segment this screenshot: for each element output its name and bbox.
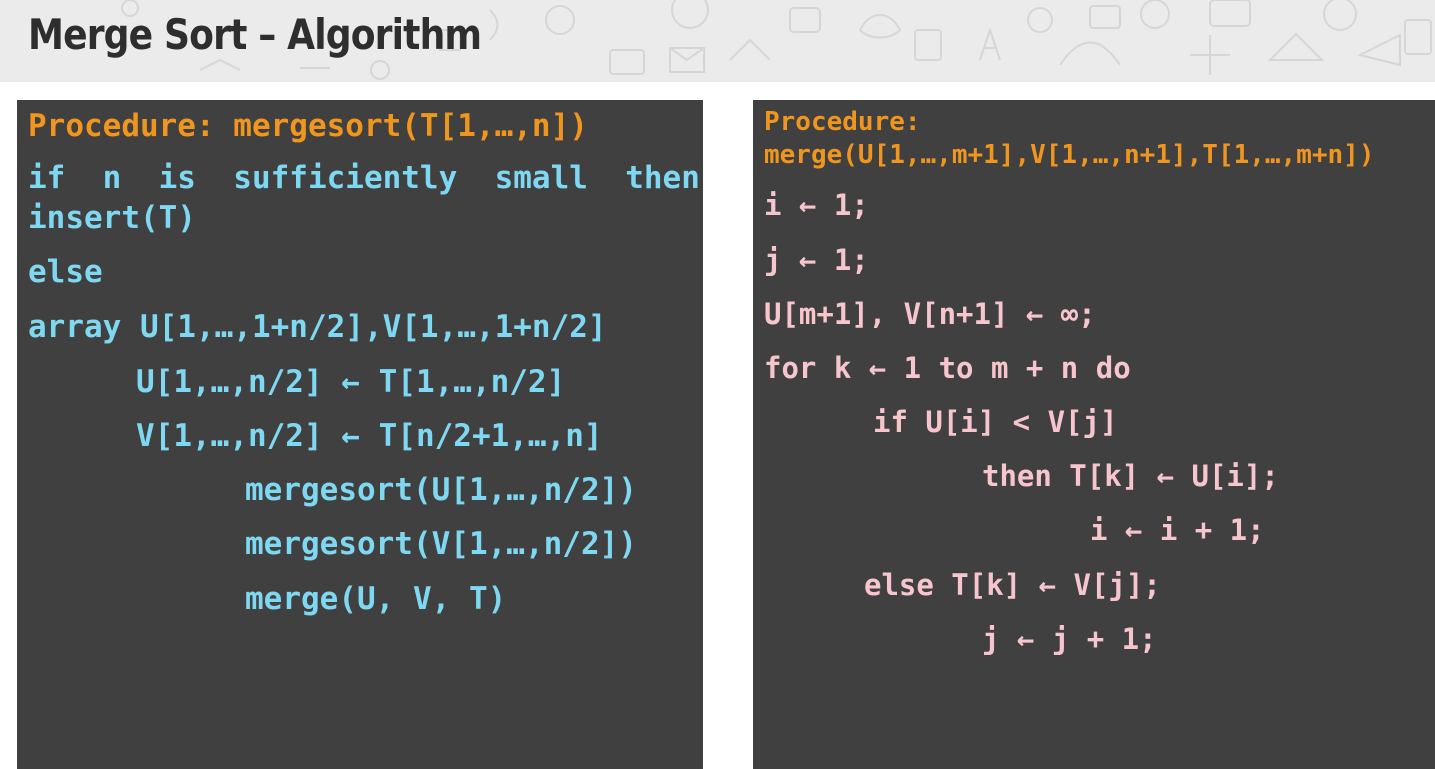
code-line-increment-j: j ← j + 1; [982,622,1157,656]
merge-procedure-label: Procedure: [764,107,921,137]
code-line-insert: insert(T) [28,200,196,236]
slide-title: Merge Sort – Algorithm [28,10,482,59]
code-line-increment-i: i ← i + 1; [1090,513,1265,547]
code-line-else-assign: else T[k] ← V[j]; [864,568,1161,602]
slide-header: Merge Sort – Algorithm [0,0,1435,82]
mergesort-procedure-header: Procedure: mergesort(T[1,…,n]) [28,108,588,144]
code-line-merge-call: merge(U, V, T) [245,581,507,617]
code-line-then-assign: then T[k] ← U[i]; [982,459,1279,493]
code-line-else: else [28,254,103,290]
code-line-mergesort-u: mergesort(U[1,…,n/2]) [245,472,637,508]
code-line-mergesort-v: mergesort(V[1,…,n/2]) [245,526,637,562]
code-line-array: array U[1,…,1+n/2],V[1,…,1+n/2] [28,309,607,345]
code-line-for-loop: for k ← 1 to m + n do [764,351,1131,385]
code-line-init-i: i ← 1; [764,188,869,222]
code-line-if: if n is sufficiently small then [28,160,700,196]
mergesort-code-panel: Procedure: mergesort(T[1,…,n]) if n is s… [17,100,703,769]
code-line-sentinels: U[m+1], V[n+1] ← ∞; [764,297,1096,331]
code-line-assign-u: U[1,…,n/2] ← T[1,…,n/2] [136,364,566,400]
code-line-init-j: j ← 1; [764,243,869,277]
code-line-if-compare: if U[i] < V[j] [873,405,1118,439]
merge-code-panel: Procedure: merge(U[1,…,m+1],V[1,…,n+1],T… [753,100,1435,769]
code-line-assign-v: V[1,…,n/2] ← T[n/2+1,…,n] [136,418,603,454]
merge-procedure-signature: merge(U[1,…,m+1],V[1,…,n+1],T[1,…,m+n]) [764,140,1375,170]
